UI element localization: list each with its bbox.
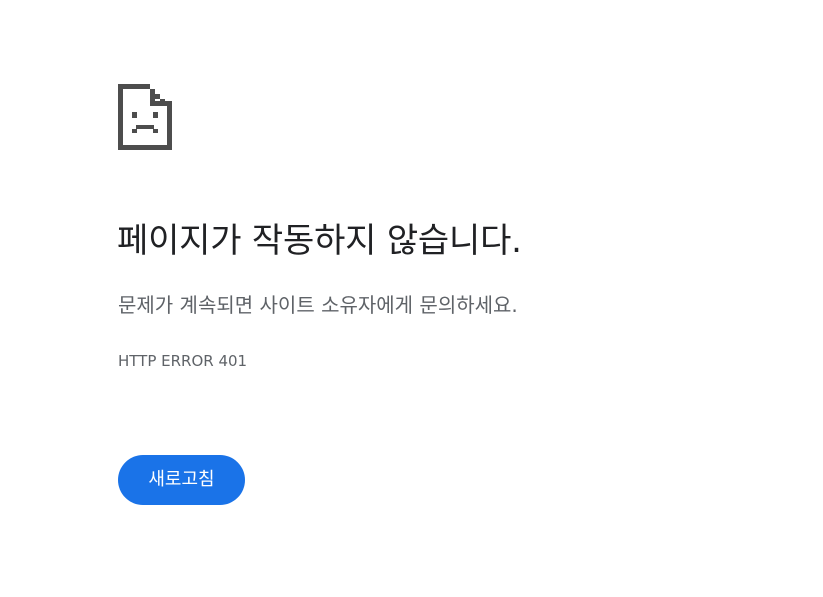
- error-code: HTTP ERROR 401: [118, 352, 248, 370]
- error-message: 문제가 계속되면 사이트 소유자에게 문의하세요.: [118, 293, 518, 317]
- reload-button[interactable]: 새로고침: [118, 455, 245, 505]
- page-title: 페이지가 작동하지 않습니다.: [117, 221, 522, 261]
- error-page: 페이지가 작동하지 않습니다. 문제가 계속되면 사이트 소유자에게 문의하세요…: [0, 0, 823, 597]
- sad-page-icon: [118, 84, 172, 150]
